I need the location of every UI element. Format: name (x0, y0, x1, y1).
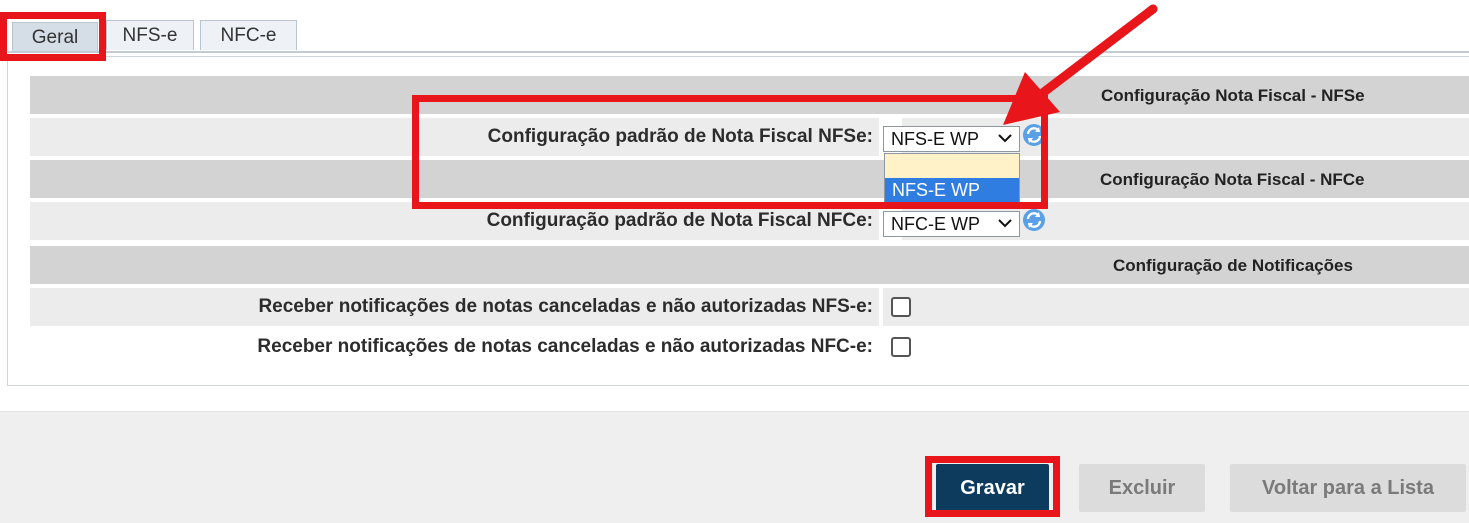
notif-nfce-row: Receber notificações de notas canceladas… (30, 328, 1469, 366)
notif-nfce-label: Receber notificações de notas canceladas… (30, 328, 879, 366)
notif-nfse-label: Receber notificações de notas canceladas… (30, 288, 879, 326)
section-title: Configuração de Notificações (1113, 256, 1353, 275)
highlight-save-button (925, 456, 1060, 517)
notif-nfce-checkbox[interactable] (891, 337, 911, 357)
delete-button[interactable]: Excluir (1079, 464, 1205, 512)
notif-nfse-row: Receber notificações de notas canceladas… (30, 288, 1469, 326)
section-title: Configuração Nota Fiscal - NFCe (1100, 170, 1365, 189)
tab-nfse[interactable]: NFS-e (106, 20, 194, 50)
select-value: NFC-E WP (891, 213, 980, 234)
cell-spacer (883, 288, 1469, 326)
tab-divider (8, 51, 1469, 53)
tab-bar: Geral NFS-e NFC-e (8, 18, 1469, 52)
chevron-down-icon (997, 215, 1013, 236)
action-bar: Gravar Excluir Voltar para a Lista (0, 411, 1469, 523)
tab-nfce[interactable]: NFC-e (200, 20, 297, 50)
tab-label: NFC-e (220, 24, 277, 46)
refresh-icon[interactable] (1022, 208, 1045, 231)
tab-label: NFS-e (122, 24, 178, 46)
back-to-list-button[interactable]: Voltar para a Lista (1230, 464, 1466, 512)
section-header-notifications: Configuração de Notificações (30, 246, 1469, 284)
highlight-geral-tab (0, 12, 106, 61)
nfce-config-select[interactable]: NFC-E WP (883, 211, 1020, 237)
section-title: Configuração Nota Fiscal - NFSe (1101, 86, 1365, 105)
highlight-nfse-config (412, 95, 1048, 209)
notif-nfse-checkbox[interactable] (891, 297, 911, 317)
